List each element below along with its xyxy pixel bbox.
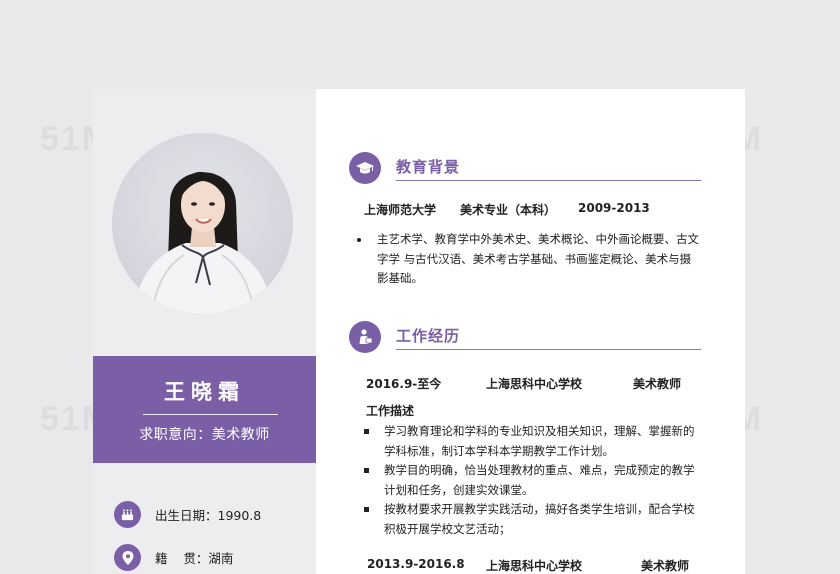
location-pin-icon (114, 544, 141, 571)
course-list: 主艺术学、教育学中外美术史、美术概论、中外画论概要、古文字学 与古代汉语、美术考… (354, 230, 699, 289)
duty-list: 学习教育理论和学科的专业知识及相关知识，理解、掌握新的 学科标准，制订本学科本学… (361, 422, 706, 539)
section-divider (396, 349, 701, 350)
job-entry-1: 2016.9-至今 上海思科中心学校 美术教师 (366, 375, 696, 391)
profile-photo (112, 133, 293, 314)
birthdate-text: 出生日期：1990.8 (155, 508, 262, 523)
section-title: 教育背景 (396, 158, 461, 176)
job-position: 美术教师 (633, 377, 682, 391)
portrait-image (112, 133, 293, 314)
job-entry-2: 2013.9-2016.8 上海思科中心学校 美术教师 (366, 557, 696, 573)
info-row-birthdate: 出生日期：1990.8 (114, 501, 261, 528)
section-title: 工作经历 (396, 327, 461, 345)
education-period: 2009-2013 (578, 201, 650, 215)
divider (143, 414, 278, 415)
work-section-header: 工作经历 (349, 321, 701, 353)
graduation-cap-icon (349, 152, 381, 184)
section-divider (396, 180, 701, 181)
name-banner: 王晓霜 求职意向：美术教师 (93, 356, 316, 463)
job-intent: 求职意向：美术教师 (139, 427, 270, 443)
cake-icon (114, 501, 141, 528)
work-description-label: 工作描述 (366, 404, 415, 418)
education-section-header: 教育背景 (349, 152, 701, 184)
list-item: 主艺术学、教育学中外美术史、美术概论、中外画论概要、古文字学 与古代汉语、美术考… (354, 230, 699, 289)
resume-sidebar: 王晓霜 求职意向：美术教师 出生日期：1990.8 籍 贯：湖南 (93, 89, 316, 574)
job-period: 2013.9-2016.8 (367, 557, 465, 571)
job-position: 美术教师 (641, 559, 690, 573)
major: 美术专业（本科） (460, 203, 557, 217)
list-item: 学习教育理论和学科的专业知识及相关知识，理解、掌握新的 学科标准，制订本学科本学… (361, 422, 706, 461)
company-name: 上海思科中心学校 (486, 559, 583, 573)
candidate-name: 王晓霜 (164, 380, 245, 404)
resume-page: 王晓霜 求职意向：美术教师 出生日期：1990.8 籍 贯：湖南 教育背景 上海… (93, 89, 745, 574)
school-name: 上海师范大学 (364, 203, 437, 217)
hometown-text: 籍 贯：湖南 (155, 551, 234, 566)
company-name: 上海思科中心学校 (486, 377, 583, 391)
list-item: 教学目的明确，恰当处理教材的重点、难点，完成预定的教学 计划和任务，创建实效课堂… (361, 461, 706, 500)
job-period: 2016.9-至今 (366, 377, 442, 391)
list-item: 按教材要求开展教学实践活动，搞好各类学生培训，配合学校 积极开展学校文艺活动； (361, 500, 706, 539)
briefcase-person-icon (349, 321, 381, 353)
resume-main: 教育背景 上海师范大学 美术专业（本科） 2009-2013 主艺术学、教育学中… (316, 89, 745, 574)
info-row-hometown: 籍 贯：湖南 (114, 544, 233, 571)
